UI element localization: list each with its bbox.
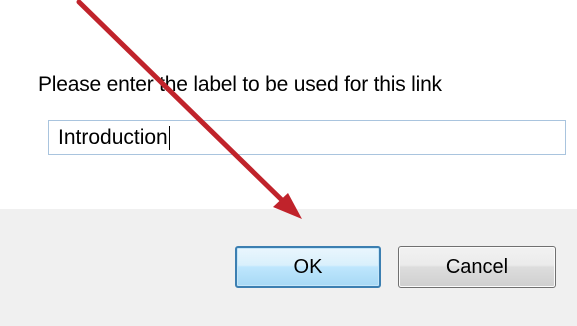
link-label-input-value: Introduction	[58, 125, 168, 149]
ok-button[interactable]: OK	[235, 246, 381, 288]
text-caret	[168, 125, 170, 150]
prompt-label: Please enter the label to be used for th…	[38, 73, 442, 96]
link-label-input[interactable]: Introduction	[48, 120, 566, 155]
link-label-dialog: Please enter the label to be used for th…	[0, 0, 577, 326]
cancel-button[interactable]: Cancel	[398, 246, 556, 288]
